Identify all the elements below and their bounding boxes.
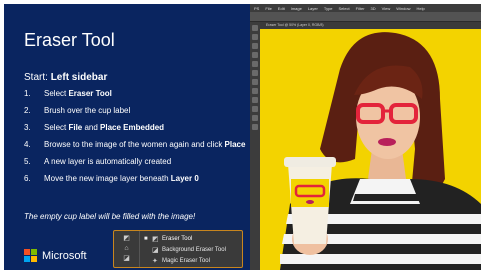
step-item: 5. A new layer is automatically created bbox=[24, 156, 246, 167]
eraser-tool-icon[interactable] bbox=[252, 88, 258, 94]
gradient-tool-icon[interactable] bbox=[252, 97, 258, 103]
step-text: Browse to the image of the women again a… bbox=[44, 140, 246, 149]
step-text: Select Eraser Tool bbox=[44, 89, 112, 98]
tool-label: Eraser Tool bbox=[162, 235, 193, 242]
microsoft-logo-icon bbox=[24, 249, 37, 262]
options-bar[interactable] bbox=[250, 12, 481, 22]
menu-edit[interactable]: Edit bbox=[278, 6, 285, 11]
selected-bullet-icon: ■ bbox=[144, 235, 148, 242]
menu-type[interactable]: Type bbox=[324, 6, 333, 11]
menu-file[interactable]: File bbox=[265, 6, 271, 11]
step-text: Select File and Place Embedded bbox=[44, 123, 165, 132]
pen-tool-icon[interactable] bbox=[252, 106, 258, 112]
marquee-tool-icon[interactable] bbox=[252, 34, 258, 40]
step-item: 3. Select File and Place Embedded bbox=[24, 122, 246, 133]
flyout-list: ■ ◩ Eraser Tool ◪ Background Eraser Tool… bbox=[140, 231, 242, 267]
photoshop-window: PS File Edit Image Layer Type Select Fil… bbox=[250, 4, 481, 270]
microsoft-logo: Microsoft bbox=[24, 249, 87, 262]
start-prefix: Start: bbox=[24, 72, 51, 83]
menu-ps[interactable]: PS bbox=[254, 6, 259, 11]
step-text: A new layer is automatically created bbox=[44, 157, 172, 166]
flyout-icon-column: ◩ ⌂ ◪ bbox=[114, 231, 140, 267]
menu-3d[interactable]: 3D bbox=[371, 6, 376, 11]
eraser-icon: ⌂ bbox=[124, 245, 129, 252]
step-number: 3. bbox=[24, 123, 31, 132]
step-item: 4. Browse to the image of the women agai… bbox=[24, 139, 246, 150]
woman-with-cup-image bbox=[260, 29, 481, 270]
tool-label: Background Eraser Tool bbox=[162, 246, 226, 253]
slide-title: Eraser Tool bbox=[24, 30, 115, 50]
menu-help[interactable]: Help bbox=[417, 6, 425, 11]
step-item: 1. Select Eraser Tool bbox=[24, 88, 246, 99]
stamp-tool-icon[interactable] bbox=[252, 79, 258, 85]
menu-bar: PS File Edit Image Layer Type Select Fil… bbox=[250, 4, 481, 12]
step-text: Brush over the cup label bbox=[44, 106, 131, 115]
start-line: Start: Left sidebar bbox=[24, 72, 107, 83]
background-eraser-icon: ◪ bbox=[152, 246, 159, 254]
eraser-tool-flyout[interactable]: ◩ ⌂ ◪ ■ ◩ Eraser Tool ◪ Background Erase… bbox=[113, 230, 243, 268]
tool-label: Magic Eraser Tool bbox=[162, 257, 210, 264]
microsoft-wordmark: Microsoft bbox=[42, 249, 87, 262]
crop-tool-icon[interactable] bbox=[252, 52, 258, 58]
tools-panel[interactable] bbox=[250, 22, 260, 270]
tool-magic-eraser[interactable]: ✦ Magic Eraser Tool bbox=[144, 255, 238, 266]
tool-background-eraser[interactable]: ◪ Background Eraser Tool bbox=[144, 244, 238, 255]
step-number: 1. bbox=[24, 89, 31, 98]
menu-layer[interactable]: Layer bbox=[308, 6, 318, 11]
hand-tool-icon[interactable] bbox=[252, 124, 258, 130]
step-number: 2. bbox=[24, 106, 31, 115]
type-tool-icon[interactable] bbox=[252, 115, 258, 121]
canvas-photo[interactable] bbox=[260, 29, 481, 270]
step-item: 2. Brush over the cup label bbox=[24, 105, 246, 116]
result-note: The empty cup label will be filled with … bbox=[24, 212, 196, 221]
start-location: Left sidebar bbox=[50, 72, 108, 83]
menu-filter[interactable]: Filter bbox=[356, 6, 365, 11]
lasso-tool-icon[interactable] bbox=[252, 43, 258, 49]
step-number: 6. bbox=[24, 174, 31, 183]
step-number: 4. bbox=[24, 140, 31, 149]
steps-list: 1. Select Eraser Tool 2. Brush over the … bbox=[24, 88, 246, 190]
brush-tool-icon[interactable] bbox=[252, 70, 258, 76]
step-number: 5. bbox=[24, 157, 31, 166]
move-tool-icon[interactable] bbox=[252, 25, 258, 31]
menu-window[interactable]: Window bbox=[396, 6, 410, 11]
menu-image[interactable]: Image bbox=[291, 6, 302, 11]
menu-view[interactable]: View bbox=[382, 6, 391, 11]
step-text: Move the new image layer beneath Layer 0 bbox=[44, 174, 199, 183]
eraser-icon: ◩ bbox=[123, 235, 130, 242]
eraser-icon: ◩ bbox=[152, 235, 159, 243]
menu-select[interactable]: Select bbox=[339, 6, 350, 11]
document-tab[interactable]: Eraser Tool @ 50% (Layer 0, RGB/8) bbox=[260, 22, 481, 29]
eyedropper-tool-icon[interactable] bbox=[252, 61, 258, 67]
magic-eraser-icon: ✦ bbox=[152, 257, 158, 265]
tool-eraser[interactable]: ■ ◩ Eraser Tool bbox=[144, 233, 238, 244]
eraser-icon: ◪ bbox=[123, 255, 130, 262]
step-item: 6. Move the new image layer beneath Laye… bbox=[24, 173, 246, 184]
